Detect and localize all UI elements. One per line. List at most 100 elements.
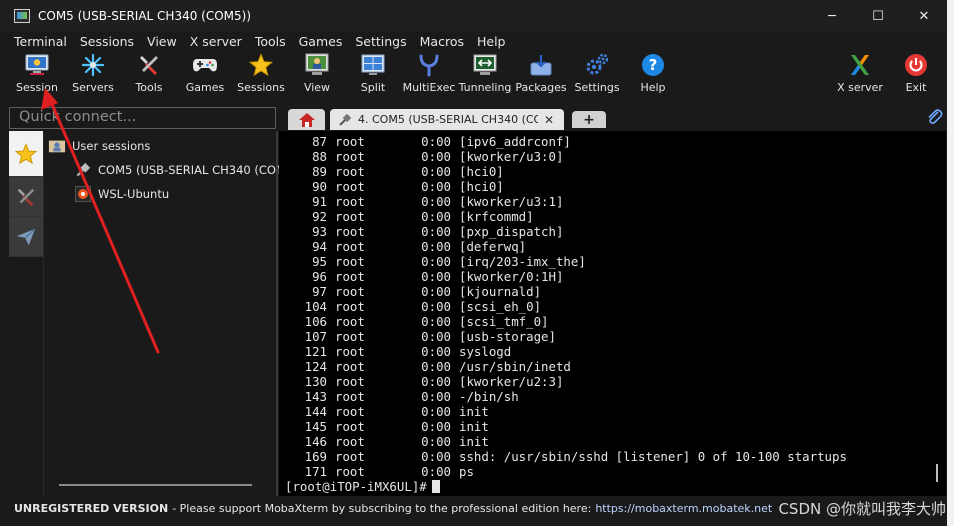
tunneling-icon [472, 52, 498, 78]
process-pid: 169 [304, 449, 327, 464]
process-user: root [335, 164, 365, 179]
panel-splitter[interactable] [276, 131, 278, 496]
menu-terminal[interactable]: Terminal [14, 34, 67, 49]
support-message: - Please support MobaXterm by subscribin… [172, 502, 592, 515]
terminal-line: 121 root 0:00 syslogd [285, 344, 847, 359]
help-button[interactable]: ? Help [625, 52, 681, 94]
tab-close-icon[interactable]: ✕ [544, 113, 554, 127]
process-command: [usb-storage] [459, 329, 556, 344]
maximize-button[interactable]: ☐ [855, 0, 901, 32]
terminal-line: 124 root 0:00/usr/sbin/inetd [285, 359, 847, 374]
mobatek-link[interactable]: https://mobaxterm.mobatek.net [595, 502, 772, 515]
menu-view[interactable]: View [147, 34, 177, 49]
menu-games[interactable]: Games [299, 34, 343, 49]
process-command: [deferwq] [459, 239, 527, 254]
menu-x-server[interactable]: X server [190, 34, 242, 49]
view-icon [304, 52, 330, 78]
csdn-watermark: CSDN @你就叫我李大帅 [778, 500, 946, 518]
terminal-line: 104 root 0:00 [scsi_eh_0] [285, 299, 847, 314]
settings-button[interactable]: Settings [569, 52, 625, 94]
svg-text:?: ? [649, 56, 658, 74]
terminal-line: 92 root 0:00 [krfcommd] [285, 209, 847, 224]
tools-icon [17, 188, 35, 206]
process-command: init [459, 419, 489, 434]
process-user: root [335, 404, 365, 419]
packages-button[interactable]: Packages [513, 52, 569, 94]
process-pid: 121 [304, 344, 327, 359]
serial-plug-icon [339, 113, 352, 126]
servers-icon [80, 52, 106, 78]
process-time: 0:00 [421, 254, 451, 269]
sessions-panel-scrollbar[interactable] [59, 484, 252, 486]
sidebar-tab-tools[interactable] [9, 177, 43, 217]
menu-help[interactable]: Help [477, 34, 506, 49]
process-user: root [335, 314, 365, 329]
menu-macros[interactable]: Macros [420, 34, 464, 49]
exit-button[interactable]: Exit [888, 52, 944, 94]
process-time: 0:00 [421, 194, 451, 209]
quick-connect-input[interactable]: Quick connect... [9, 107, 276, 129]
menu-sessions[interactable]: Sessions [80, 34, 134, 49]
process-user: root [335, 149, 365, 164]
session-item-label: COM5 (USB-SERIAL CH340 (COM5)) [98, 163, 303, 177]
sessions-label: Sessions [237, 81, 285, 94]
split-icon [360, 52, 386, 78]
terminal[interactable]: 87 root 0:00 [ipv6_addrconf] 88 root 0:00 [kwor… [279, 131, 946, 496]
tab-com5[interactable]: 4. COM5 (USB-SERIAL CH340 (COM5)) ✕ [330, 109, 564, 130]
terminal-prompt: [root@iTOP-iMX6UL]# [285, 479, 427, 494]
terminal-line: 97 root 0:00 [kjournald] [285, 284, 847, 299]
sidebar-tab-sessions[interactable] [9, 131, 43, 177]
process-pid: 90 [312, 179, 327, 194]
process-time: 0:00 [421, 269, 451, 284]
process-pid: 171 [304, 464, 327, 479]
tunneling-button[interactable]: Tunneling [457, 52, 513, 94]
process-command: [kworker/u2:3] [459, 374, 564, 389]
gears-icon [584, 52, 610, 78]
process-time: 0:00 [421, 134, 451, 149]
terminal-line: 87 root 0:00 [ipv6_addrconf] [285, 134, 847, 149]
process-time: 0:00 [421, 404, 451, 419]
session-button[interactable]: Session [9, 52, 65, 94]
process-pid: 107 [304, 329, 327, 344]
terminal-output: 87 root 0:00 [ipv6_addrconf] 88 root 0:00 [kwor… [285, 134, 847, 479]
minimize-button[interactable]: ─ [809, 0, 855, 32]
tab-row: Quick connect... 4. COM5 (USB-SERIAL CH3… [0, 104, 947, 130]
process-time: 0:00 [421, 284, 451, 299]
paper-plane-icon [16, 227, 36, 245]
process-time: 0:00 [421, 179, 451, 194]
process-user: root [335, 254, 365, 269]
servers-label: Servers [72, 81, 114, 94]
process-user: root [335, 389, 365, 404]
tools-button[interactable]: Tools [121, 52, 177, 94]
tools-icon [136, 52, 162, 78]
user-sessions-folder[interactable]: User sessions [48, 138, 150, 154]
view-button[interactable]: View [289, 52, 345, 94]
session-item-com5[interactable]: COM5 (USB-SERIAL CH340 (COM5)) [74, 162, 302, 178]
terminal-line: 95 root 0:00 [irq/203-imx_the] [285, 254, 847, 269]
process-user: root [335, 374, 365, 389]
terminal-line: 130 root 0:00 [kworker/u2:3] [285, 374, 847, 389]
menu-tools[interactable]: Tools [255, 34, 286, 49]
servers-button[interactable]: Servers [65, 52, 121, 94]
x-server-button[interactable]: X server [832, 52, 888, 94]
session-item-wsl-ubuntu[interactable]: WSL-Ubuntu [74, 186, 169, 202]
home-tab[interactable] [288, 109, 325, 130]
process-command: [irq/203-imx_the] [459, 254, 586, 269]
multiexec-button[interactable]: MultiExec [401, 52, 457, 94]
menu-settings[interactable]: Settings [355, 34, 406, 49]
close-button[interactable]: ✕ [901, 0, 947, 32]
new-tab-button[interactable]: + [572, 111, 606, 128]
sessions-button[interactable]: Sessions [233, 52, 289, 94]
terminal-scrollbar[interactable] [936, 464, 938, 482]
split-button[interactable]: Split [345, 52, 401, 94]
process-user: root [335, 299, 365, 314]
toolbar: Session Servers Tools Games Sessions Vie… [0, 50, 947, 102]
process-pid: 92 [312, 209, 327, 224]
view-label: View [303, 81, 331, 94]
sidebar-tab-macros[interactable] [9, 217, 43, 257]
games-button[interactable]: Games [177, 52, 233, 94]
process-pid: 93 [312, 224, 327, 239]
process-user: root [335, 239, 365, 254]
exit-label: Exit [905, 81, 927, 94]
paperclip-icon[interactable] [925, 108, 943, 130]
